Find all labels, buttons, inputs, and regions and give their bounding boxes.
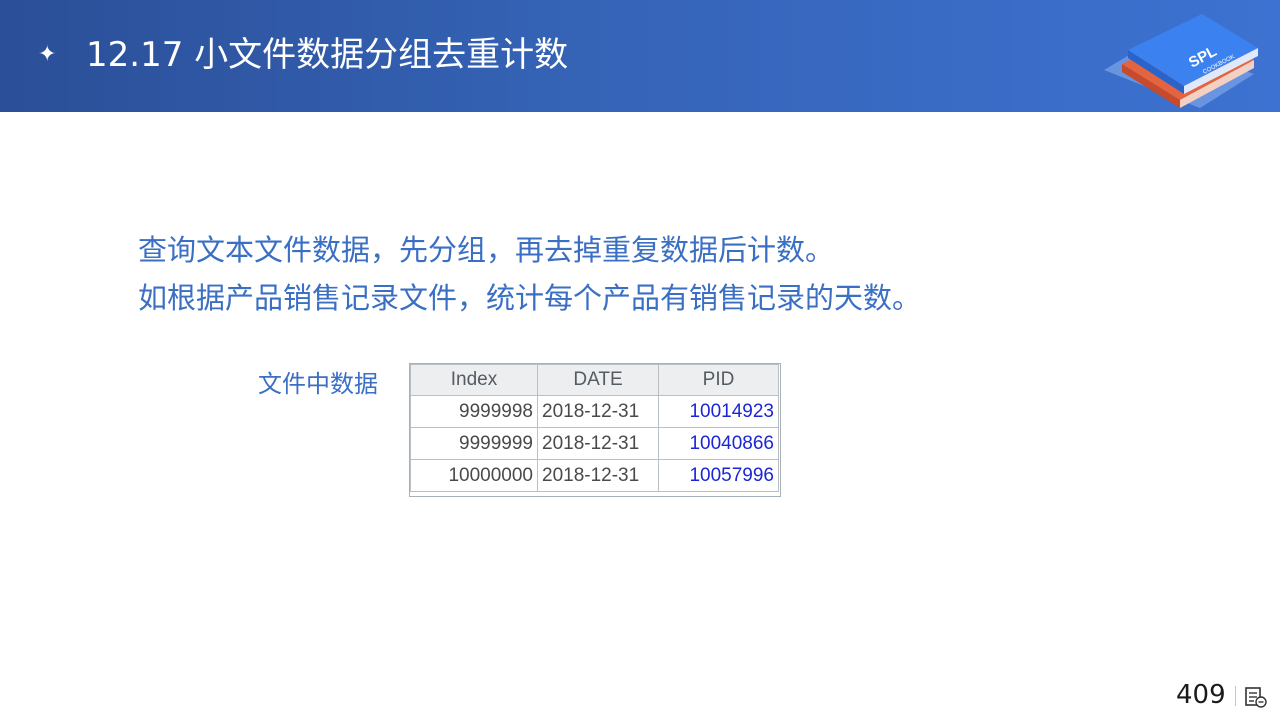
data-table: Index DATE PID 9999998 2018-12-31 100149… <box>409 363 781 497</box>
description-line-2: 如根据产品销售记录文件，统计每个产品有销售记录的天数。 <box>138 281 922 315</box>
table-row: 9999998 2018-12-31 10014923 <box>410 395 779 428</box>
cell-date: 2018-12-31 <box>537 395 659 428</box>
cell-date: 2018-12-31 <box>537 459 659 492</box>
table-header-row: Index DATE PID <box>410 364 779 396</box>
slide-title: 12.17 小文件数据分组去重计数 <box>86 35 569 75</box>
cell-pid: 10057996 <box>658 459 779 492</box>
cell-index: 10000000 <box>410 459 538 492</box>
notes-icon[interactable] <box>1244 686 1268 708</box>
description: 查询文本文件数据，先分组，再去掉重复数据后计数。 如根据产品销售记录文件，统计每… <box>138 226 1138 322</box>
title-bar: ✦ 12.17 小文件数据分组去重计数 SPL COOKBOOK <box>0 0 1280 112</box>
column-header-date: DATE <box>537 364 659 396</box>
cell-index: 9999999 <box>410 427 538 460</box>
description-line-1: 查询文本文件数据，先分组，再去掉重复数据后计数。 <box>138 233 835 267</box>
footer-divider <box>1235 686 1236 706</box>
table-row: 10000000 2018-12-31 10057996 <box>410 459 779 492</box>
spl-cookbook-logo: SPL COOKBOOK <box>1104 14 1258 108</box>
column-header-pid: PID <box>658 364 779 396</box>
cell-date: 2018-12-31 <box>537 427 659 460</box>
cell-pid: 10014923 <box>658 395 779 428</box>
star-bullet-icon: ✦ <box>38 42 57 67</box>
table-row: 9999999 2018-12-31 10040866 <box>410 427 779 460</box>
file-data-label: 文件中数据 <box>258 370 378 398</box>
cell-index: 9999998 <box>410 395 538 428</box>
column-header-index: Index <box>410 364 538 396</box>
page-number: 409 <box>1176 680 1226 710</box>
cell-pid: 10040866 <box>658 427 779 460</box>
